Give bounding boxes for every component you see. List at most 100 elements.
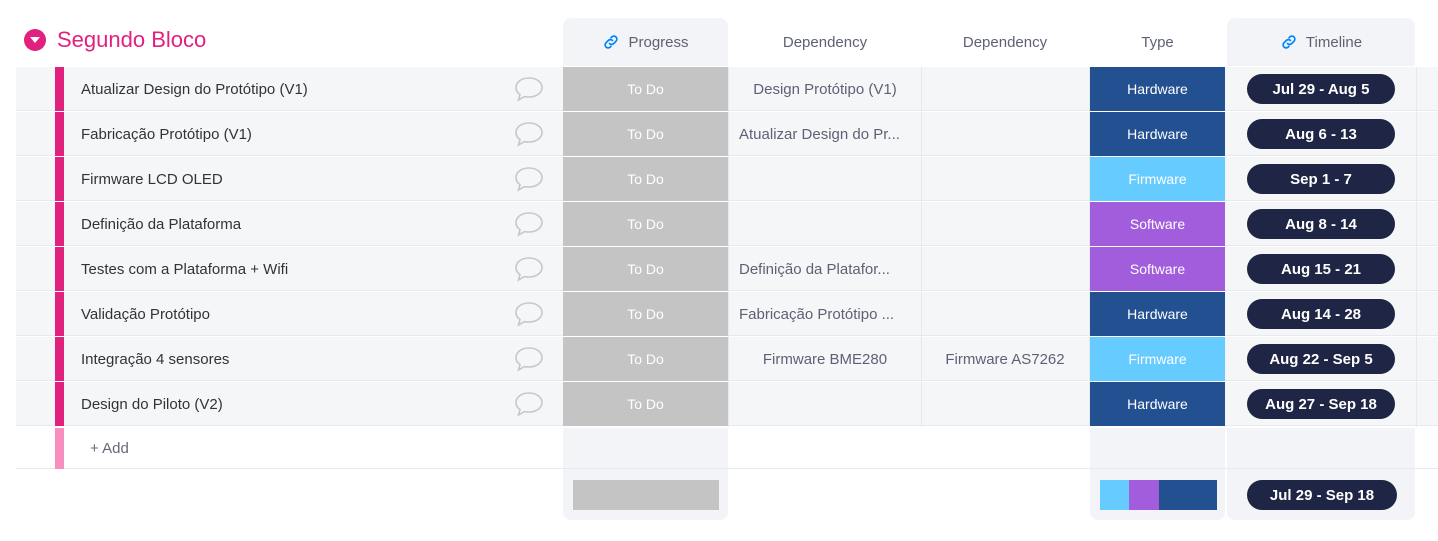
speech-bubble-icon (515, 122, 543, 147)
column-header-dependency-2[interactable]: Dependency (922, 18, 1088, 66)
comment-button[interactable] (512, 247, 546, 291)
row-color-bar[interactable] (55, 382, 64, 426)
row-color-bar[interactable] (55, 112, 64, 156)
comment-button[interactable] (512, 112, 546, 156)
speech-bubble-icon (515, 212, 543, 237)
row-color-bar[interactable] (55, 157, 64, 201)
timeline-summary-pill: Jul 29 - Sep 18 (1247, 480, 1397, 510)
item-name[interactable]: Definição da Plataforma (81, 202, 241, 246)
row-color-bar[interactable] (55, 292, 64, 336)
type-label-cell[interactable]: Hardware (1090, 292, 1225, 336)
timeline-pill: Jul 29 - Aug 5 (1247, 74, 1395, 104)
comment-button[interactable] (512, 292, 546, 336)
column-divider (1089, 67, 1090, 427)
timeline-summary[interactable]: Jul 29 - Sep 18 (1247, 480, 1397, 510)
column-divider (921, 67, 922, 427)
type-label-cell[interactable]: Firmware (1090, 157, 1225, 201)
row-color-bar[interactable] (55, 337, 64, 381)
item-name[interactable]: Integração 4 sensores (81, 337, 229, 381)
dependency-2-cell[interactable] (922, 247, 1088, 291)
comment-button[interactable] (512, 337, 546, 381)
timeline-pill: Aug 22 - Sep 5 (1247, 344, 1395, 374)
progress-status-cell[interactable]: To Do (563, 157, 728, 201)
type-summary-segment-software (1129, 480, 1159, 510)
dependency-1-cell[interactable] (729, 157, 921, 201)
dependency-2-cell[interactable] (922, 157, 1088, 201)
progress-status-cell[interactable]: To Do (563, 67, 728, 111)
dependency-2-cell[interactable] (922, 112, 1088, 156)
item-name[interactable]: Design do Piloto (V2) (81, 382, 223, 426)
timeline-cell[interactable]: Aug 15 - 21 (1227, 247, 1415, 291)
dependency-1-cell[interactable]: Definição da Platafor... (729, 247, 921, 291)
column-header-type[interactable]: Type (1090, 18, 1225, 66)
progress-status-cell[interactable]: To Do (563, 337, 728, 381)
dependency-2-cell[interactable] (922, 382, 1088, 426)
group-collapse-toggle[interactable] (24, 29, 46, 51)
column-header-type-label: Type (1141, 33, 1174, 51)
speech-bubble-icon (515, 392, 543, 417)
speech-bubble-icon (515, 167, 543, 192)
column-divider (1416, 67, 1417, 427)
add-item-input[interactable]: + Add (90, 428, 129, 469)
item-name[interactable]: Atualizar Design do Protótipo (V1) (81, 67, 308, 111)
comment-button[interactable] (512, 67, 546, 111)
speech-bubble-icon (515, 257, 543, 282)
timeline-cell[interactable]: Aug 14 - 28 (1227, 292, 1415, 336)
dependency-2-cell[interactable]: Firmware AS7262 (922, 337, 1088, 381)
dependency-2-cell[interactable] (922, 202, 1088, 246)
dependency-1-cell[interactable]: Fabricação Protótipo ... (729, 292, 921, 336)
type-label-cell[interactable]: Firmware (1090, 337, 1225, 381)
dependency-1-cell[interactable]: Firmware BME280 (729, 337, 921, 381)
timeline-cell[interactable]: Aug 22 - Sep 5 (1227, 337, 1415, 381)
progress-status-cell[interactable]: To Do (563, 112, 728, 156)
column-header-timeline-label: Timeline (1305, 33, 1363, 51)
row-color-bar[interactable] (55, 67, 64, 111)
dependency-2-cell[interactable] (922, 292, 1088, 336)
timeline-pill: Sep 1 - 7 (1247, 164, 1395, 194)
item-name[interactable]: Testes com a Plataforma + Wifi (81, 247, 288, 291)
column-header-progress-label: Progress (628, 33, 689, 51)
timeline-cell[interactable]: Aug 27 - Sep 18 (1227, 382, 1415, 426)
progress-summary-bar[interactable] (573, 480, 719, 510)
caret-down-icon (30, 37, 40, 43)
progress-status-cell[interactable]: To Do (563, 292, 728, 336)
column-header-timeline[interactable]: Timeline (1227, 18, 1415, 66)
timeline-cell[interactable]: Sep 1 - 7 (1227, 157, 1415, 201)
column-header-progress[interactable]: Progress (563, 18, 728, 66)
item-name[interactable]: Fabricação Protótipo (V1) (81, 112, 252, 156)
item-name[interactable]: Firmware LCD OLED (81, 157, 223, 201)
dependency-2-cell[interactable] (922, 67, 1088, 111)
type-label-cell[interactable]: Software (1090, 247, 1225, 291)
comment-button[interactable] (512, 157, 546, 201)
dependency-1-cell[interactable] (729, 382, 921, 426)
dependency-1-cell[interactable]: Design Protótipo (V1) (729, 67, 921, 111)
group-title[interactable]: Segundo Bloco (57, 25, 206, 55)
dependency-1-cell[interactable]: Atualizar Design do Pr... (729, 112, 921, 156)
type-summary-bar[interactable] (1100, 480, 1217, 510)
comment-button[interactable] (512, 382, 546, 426)
column-divider (728, 67, 729, 427)
type-label-cell[interactable]: Hardware (1090, 382, 1225, 426)
type-label-cell[interactable]: Hardware (1090, 67, 1225, 111)
timeline-cell[interactable]: Jul 29 - Aug 5 (1227, 67, 1415, 111)
type-summary-segment-firmware (1100, 480, 1130, 510)
comment-button[interactable] (512, 202, 546, 246)
timeline-cell[interactable]: Aug 6 - 13 (1227, 112, 1415, 156)
type-summary-segment-hardware (1158, 480, 1217, 510)
timeline-pill: Aug 14 - 28 (1247, 299, 1395, 329)
speech-bubble-icon (515, 347, 543, 372)
type-label-cell[interactable]: Hardware (1090, 112, 1225, 156)
progress-status-cell[interactable]: To Do (563, 382, 728, 426)
row-color-bar[interactable] (55, 247, 64, 291)
timeline-pill: Aug 27 - Sep 18 (1247, 389, 1395, 419)
column-header-dependency-1[interactable]: Dependency (729, 18, 921, 66)
type-label-cell[interactable]: Software (1090, 202, 1225, 246)
dependency-1-cell[interactable] (729, 202, 921, 246)
timeline-cell[interactable]: Aug 8 - 14 (1227, 202, 1415, 246)
link-icon (1282, 35, 1296, 49)
item-name[interactable]: Validação Protótipo (81, 292, 210, 336)
progress-status-cell[interactable]: To Do (563, 202, 728, 246)
progress-status-cell[interactable]: To Do (563, 247, 728, 291)
timeline-pill: Aug 15 - 21 (1247, 254, 1395, 284)
row-color-bar[interactable] (55, 202, 64, 246)
